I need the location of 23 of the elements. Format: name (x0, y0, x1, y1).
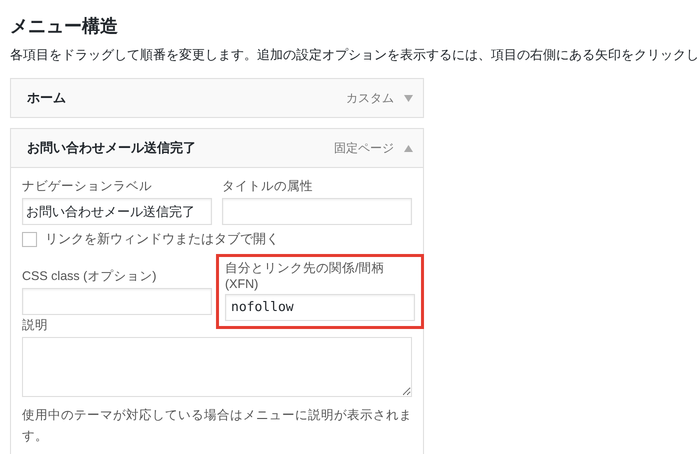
menu-item-header[interactable]: お問い合わせメール送信完了 固定ページ (11, 129, 423, 167)
instruction-text: 各項目をドラッグして順番を変更します。追加の設定オプションを表示するには、項目の右側にある矢印をクリックし (10, 46, 699, 64)
section-heading: メニュー構造 (10, 15, 119, 38)
expand-arrow-icon[interactable] (404, 94, 413, 102)
css-class-field[interactable] (22, 288, 212, 315)
menu-item-header[interactable]: ホーム カスタム (11, 79, 423, 117)
field-label: CSS class (オプション) (22, 268, 158, 285)
title-attribute-field[interactable] (222, 198, 412, 225)
field-label: 説明 (22, 317, 49, 334)
checkbox[interactable] (22, 232, 37, 246)
menu-item-title: ホーム (27, 89, 67, 107)
navigation-label-field[interactable]: お問い合わせメール送信完了 (22, 198, 212, 225)
checkbox-label: リンクを新ウィンドウまたはタブで開く (45, 230, 279, 248)
field-label: タイトルの属性 (222, 178, 314, 195)
description-field[interactable] (22, 337, 412, 397)
menu-item-title: お問い合わせメール送信完了 (27, 139, 197, 157)
item-type-label: カスタム (346, 90, 394, 106)
help-text: 使用中のテーマが対応している場合はメニューに説明が表示されます。 (22, 407, 412, 446)
item-type-label: 固定ページ (334, 140, 394, 156)
field-label: ナビゲーションラベル (22, 178, 153, 195)
collapse-arrow-icon[interactable] (404, 144, 413, 152)
xfn-field[interactable]: nofollow (225, 294, 415, 321)
field-label: 自分とリンク先の関係/間柄 (XFN) (225, 260, 386, 291)
